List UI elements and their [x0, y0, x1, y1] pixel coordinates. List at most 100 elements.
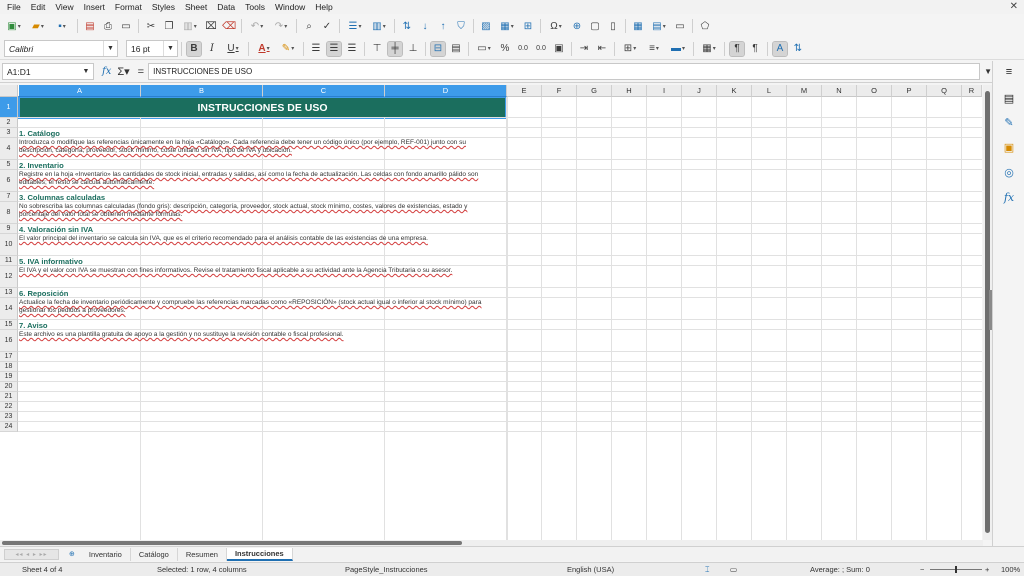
row-icon[interactable]: ☰ — [345, 19, 365, 33]
column-header-K[interactable]: K — [717, 85, 752, 97]
column-header-J[interactable]: J — [682, 85, 717, 97]
add-sheet-icon[interactable]: ⊕ — [69, 550, 75, 558]
functions-icon[interactable]: fx — [1002, 190, 1016, 204]
align-center-icon[interactable]: ☰ — [326, 40, 342, 57]
right-to-left-icon[interactable]: ¶ — [748, 42, 762, 56]
menu-help[interactable]: Help — [310, 2, 337, 12]
autofilter-icon[interactable]: ⛉ — [454, 19, 468, 33]
column-header-M[interactable]: M — [787, 85, 822, 97]
sidebar-menu-icon[interactable]: ≡ — [1002, 65, 1016, 79]
zoom-in-button[interactable]: + — [985, 565, 989, 574]
section-body[interactable]: Registre en la hoja «Inventario» las can… — [19, 171, 493, 187]
percent-format-button[interactable]: % — [498, 42, 512, 56]
chevron-down-icon[interactable]: ▼ — [79, 64, 93, 79]
column-header-A[interactable]: A — [19, 85, 141, 97]
cut-icon[interactable]: ✂ — [144, 19, 158, 33]
border-style-icon[interactable]: ≡ — [644, 42, 664, 56]
pivot-table-icon[interactable]: ⊞ — [521, 19, 535, 33]
styles-icon[interactable]: ✎ — [1002, 115, 1016, 129]
row-header-9[interactable]: 9 — [0, 224, 18, 234]
column-header-H[interactable]: H — [612, 85, 647, 97]
date-format-icon[interactable]: ▣ — [552, 42, 566, 56]
language[interactable]: English (USA) — [567, 565, 614, 574]
increase-indent-icon[interactable]: ⇥ — [577, 42, 591, 56]
spelling-icon[interactable]: ✓ — [320, 19, 334, 33]
align-bottom-icon[interactable]: ⊥ — [406, 42, 420, 56]
delete-decimal-button[interactable]: 0.0 — [534, 42, 548, 56]
row-header-12[interactable]: 12 — [0, 266, 18, 288]
section-body[interactable]: No sobrescriba las columnas calculadas (… — [19, 203, 493, 219]
text-vertical-icon[interactable]: ⇅ — [791, 42, 805, 56]
column-header-O[interactable]: O — [857, 85, 892, 97]
section-heading[interactable]: 7. Aviso — [19, 321, 48, 330]
menu-edit[interactable]: Edit — [26, 2, 51, 12]
tab-instrucciones[interactable]: Instrucciones — [226, 547, 293, 561]
section-heading[interactable]: 5. IVA informativo — [19, 257, 83, 266]
selection-mode-icon[interactable]: ⌶ — [705, 565, 710, 575]
tab-resumen[interactable]: Resumen — [178, 547, 227, 561]
row-header-20[interactable]: 20 — [0, 382, 18, 392]
clear-formatting-icon[interactable]: ⌫ — [222, 19, 236, 33]
tab-catalogo[interactable]: Catálogo — [131, 547, 178, 561]
comment-icon[interactable]: ▢ — [588, 19, 602, 33]
row-header-17[interactable]: 17 — [0, 352, 18, 362]
decrease-indent-icon[interactable]: ⇤ — [595, 42, 609, 56]
menu-format[interactable]: Format — [110, 2, 147, 12]
row-header-13[interactable]: 13 — [0, 288, 18, 298]
row-header-18[interactable]: 18 — [0, 362, 18, 372]
chevron-down-icon[interactable]: ▼ — [163, 41, 177, 56]
open-folder-icon[interactable]: ▰ — [28, 19, 48, 33]
hyperlink-icon[interactable]: ⊕ — [570, 19, 584, 33]
spreadsheet-grid[interactable]: INSTRUCCIONES DE USO ABCDEFGHIJKLMNOPQR 1… — [0, 85, 982, 540]
special-character-icon[interactable]: Ω — [546, 19, 566, 33]
merge-center-icon[interactable]: ⊟ — [430, 40, 446, 57]
redo-icon[interactable]: ↷ — [271, 19, 291, 33]
close-document-icon[interactable]: ✕ — [1010, 1, 1018, 12]
save-icon[interactable]: ▪ — [52, 19, 72, 33]
column-header-D[interactable]: D — [385, 85, 507, 97]
row-header-21[interactable]: 21 — [0, 392, 18, 402]
export-pdf-icon[interactable]: ▤ — [83, 19, 97, 33]
menu-view[interactable]: View — [50, 2, 78, 12]
section-body[interactable]: El IVA y el valor con IVA se muestran co… — [19, 267, 493, 275]
sort-ascending-icon[interactable]: ↓ — [418, 19, 432, 33]
tab-inventario[interactable]: Inventario — [81, 547, 131, 561]
row-header-11[interactable]: 11 — [0, 256, 18, 266]
sum-icon[interactable]: Σ▾ — [117, 65, 129, 78]
undo-icon[interactable]: ↶ — [247, 19, 267, 33]
row-header-8[interactable]: 8 — [0, 202, 18, 224]
find-replace-icon[interactable]: ⌕ — [302, 19, 316, 33]
section-body[interactable]: Este archivo es una plantilla gratuita d… — [19, 331, 493, 339]
menu-insert[interactable]: Insert — [79, 2, 110, 12]
section-heading[interactable]: 4. Valoración sin IVA — [19, 225, 93, 234]
copy-icon[interactable]: ❐ — [162, 19, 176, 33]
align-right-icon[interactable]: ☰ — [345, 42, 359, 56]
section-heading[interactable]: 1. Catálogo — [19, 129, 60, 138]
borders-icon[interactable]: ⊞ — [620, 42, 640, 56]
font-color-button[interactable]: A — [254, 42, 274, 56]
merged-title-cell[interactable]: INSTRUCCIONES DE USO — [18, 96, 507, 119]
vertical-scrollbar[interactable] — [983, 85, 992, 540]
formula-icon[interactable]: = — [138, 66, 144, 78]
column-header-F[interactable]: F — [542, 85, 577, 97]
section-heading[interactable]: 3. Columnas calculadas — [19, 193, 105, 202]
menu-file[interactable]: File — [2, 2, 26, 12]
menu-styles[interactable]: Styles — [147, 2, 180, 12]
align-top-icon[interactable]: ⊤ — [370, 42, 384, 56]
center-vertically-icon[interactable]: ╪ — [387, 40, 403, 57]
section-body[interactable]: Actualice la fecha de inventario periódi… — [19, 299, 493, 315]
row-header-7[interactable]: 7 — [0, 192, 18, 202]
column-header-N[interactable]: N — [822, 85, 857, 97]
section-heading[interactable]: 2. Inventario — [19, 161, 64, 170]
border-color-icon[interactable]: ▬ — [668, 42, 688, 56]
select-all-corner[interactable] — [0, 85, 18, 97]
row-header-14[interactable]: 14 — [0, 298, 18, 320]
paste-icon[interactable]: ▥ — [180, 19, 200, 33]
gallery-icon[interactable]: ▣ — [1002, 140, 1016, 154]
navigator-icon[interactable]: ◎ — [1002, 165, 1016, 179]
row-header-6[interactable]: 6 — [0, 170, 18, 192]
underline-button[interactable]: U — [223, 42, 243, 56]
section-body[interactable]: El valor principal del inventario se cal… — [19, 235, 493, 243]
clone-formatting-icon[interactable]: ⌧ — [204, 19, 218, 33]
italic-button[interactable]: I — [205, 42, 219, 56]
